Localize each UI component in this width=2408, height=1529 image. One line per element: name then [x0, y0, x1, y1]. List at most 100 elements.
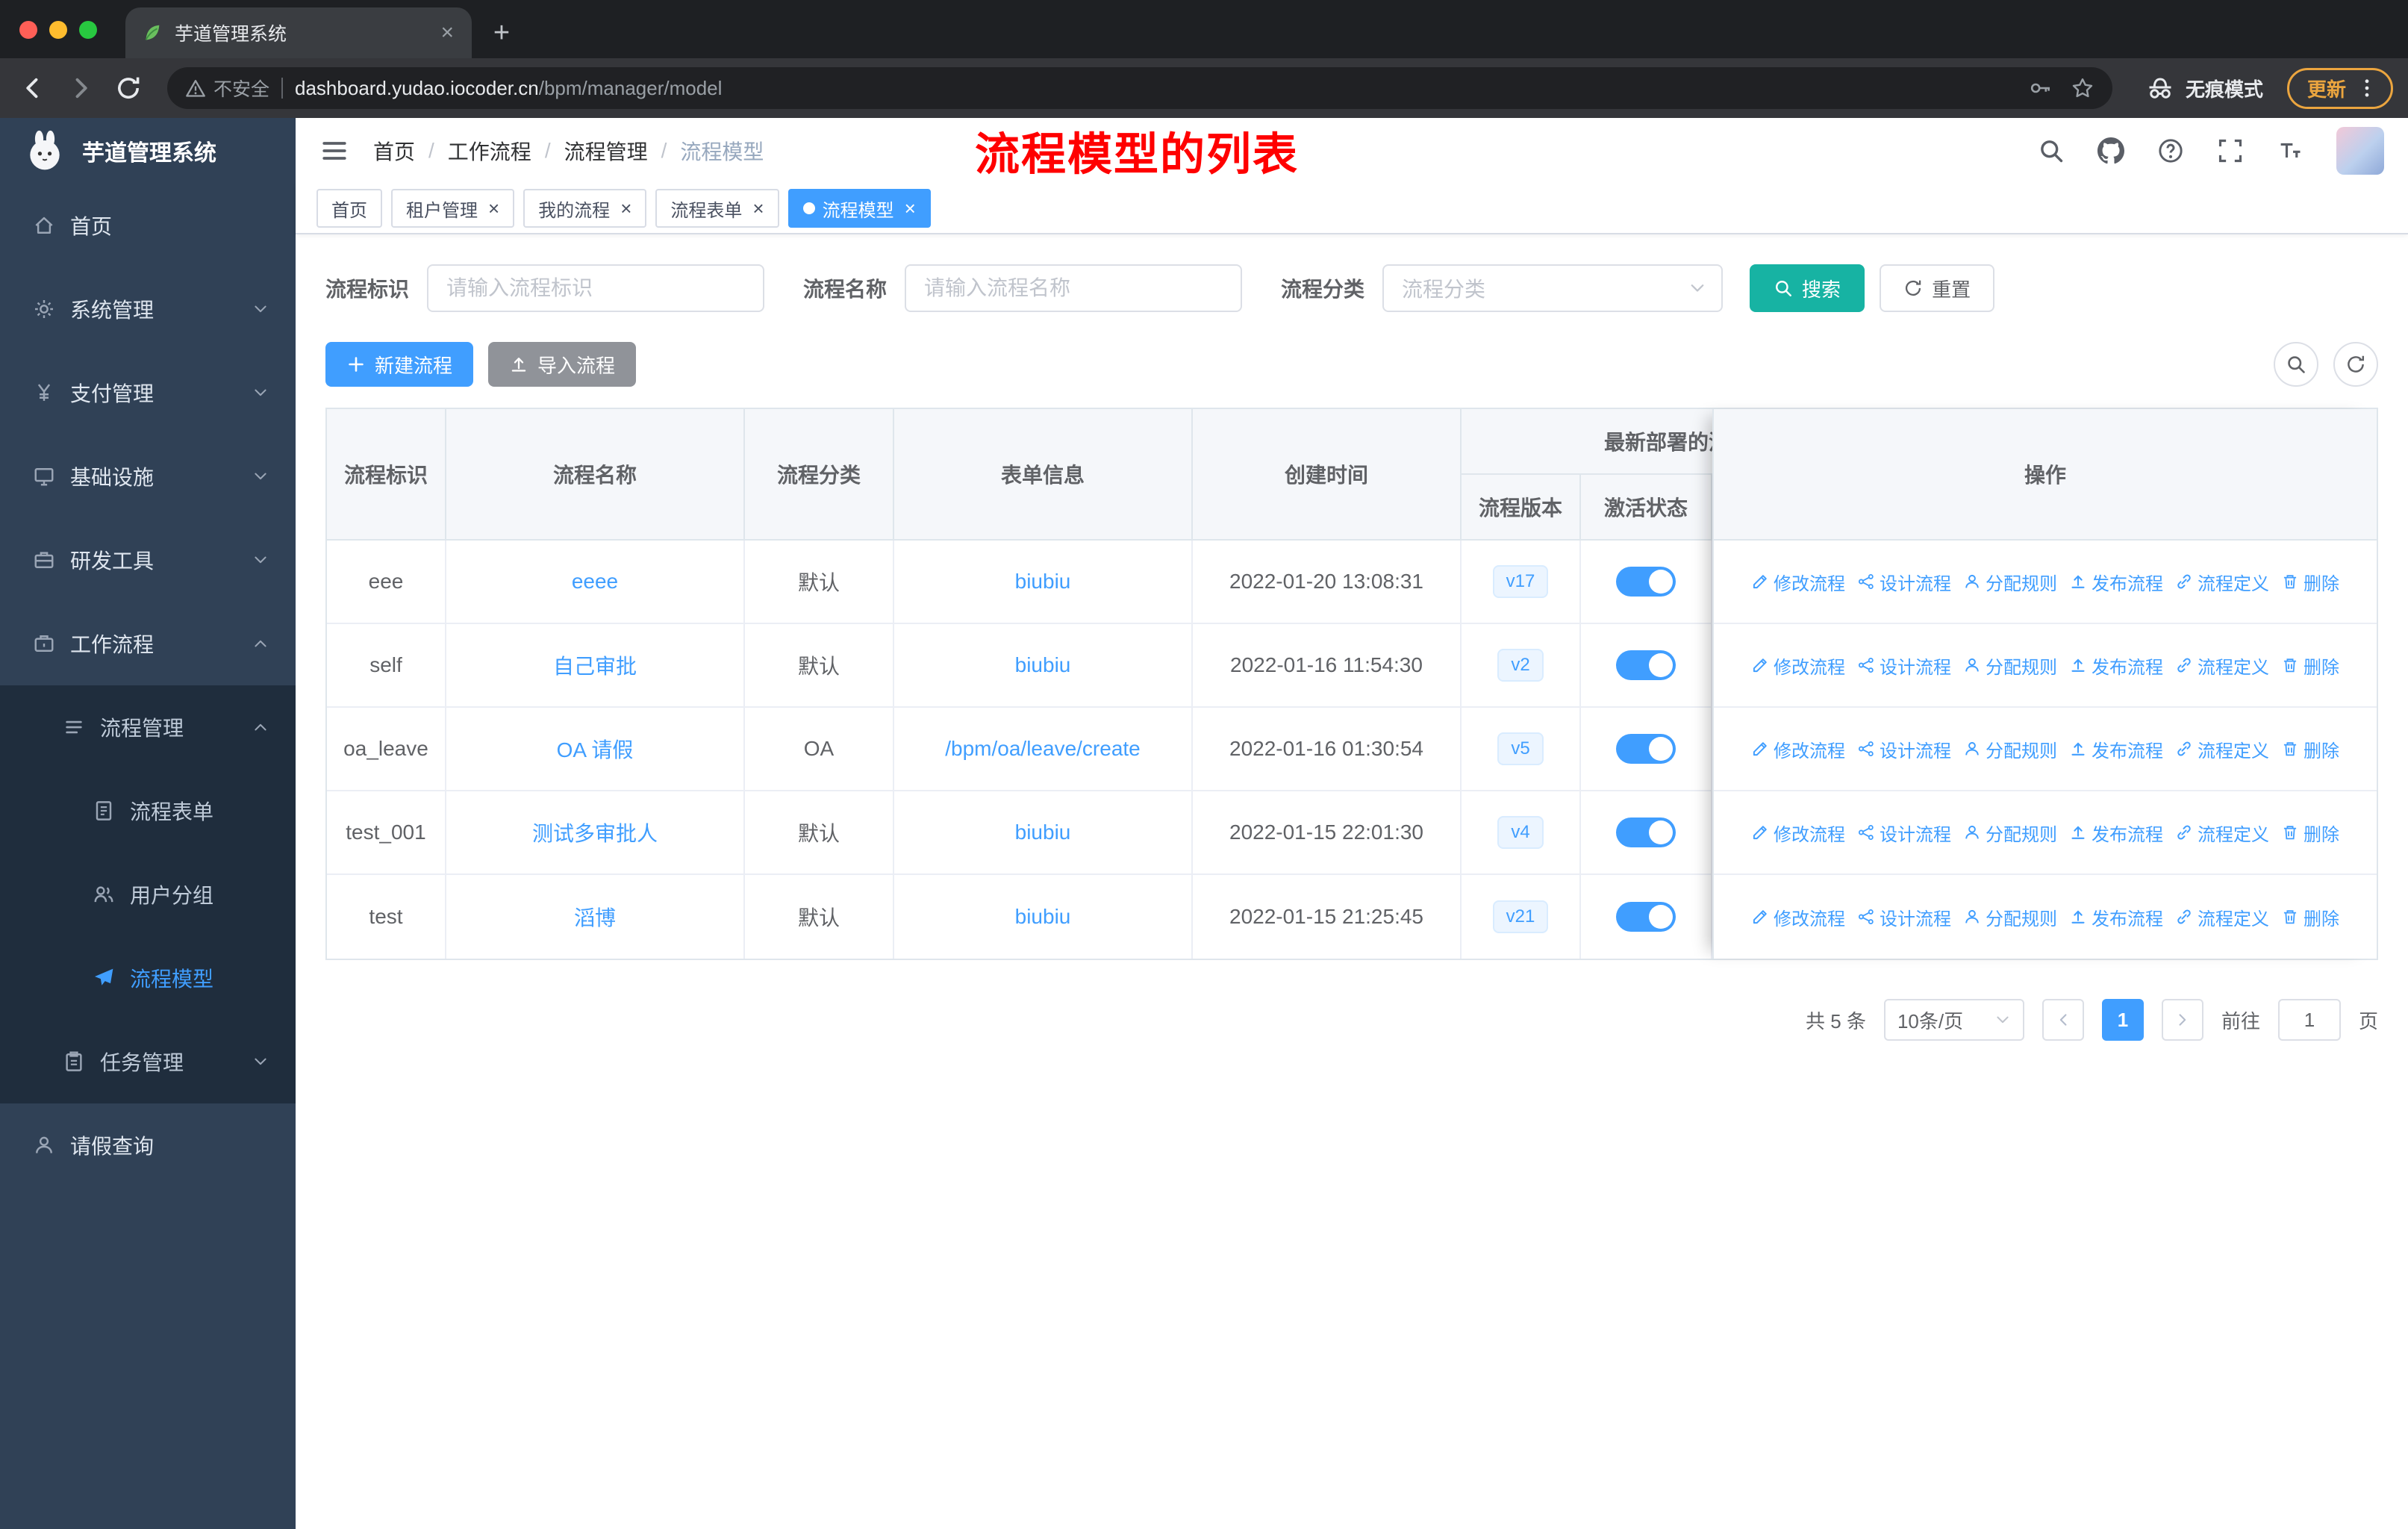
delete-action[interactable]: 删除: [2281, 736, 2339, 762]
tab-close-icon[interactable]: ×: [437, 22, 457, 44]
form-link[interactable]: /bpm/oa/leave/create: [945, 737, 1141, 761]
tag-process-model[interactable]: 流程模型 ×: [787, 189, 931, 228]
publish-action[interactable]: 发布流程: [2069, 569, 2163, 595]
fullscreen-icon[interactable]: [2217, 137, 2244, 164]
breadcrumb-item[interactable]: 流程管理: [564, 136, 648, 166]
search-button[interactable]: 搜索: [1750, 264, 1865, 312]
tag-tenant[interactable]: 租户管理 ×: [391, 189, 515, 228]
bookmark-star-icon[interactable]: [2071, 76, 2094, 100]
window-close-button[interactable]: [19, 21, 37, 39]
version-badge[interactable]: v2: [1497, 649, 1544, 682]
active-toggle[interactable]: [1616, 818, 1676, 847]
security-chip[interactable]: 不安全: [185, 75, 269, 102]
import-process-button[interactable]: 导入流程: [488, 342, 637, 387]
version-badge[interactable]: v4: [1497, 816, 1544, 849]
active-toggle[interactable]: [1616, 902, 1676, 932]
assign-action[interactable]: 分配规则: [1963, 569, 2057, 595]
page-size-select[interactable]: 10条/页: [1883, 999, 2024, 1041]
definition-action[interactable]: 流程定义: [2175, 736, 2269, 762]
tag-process-form[interactable]: 流程表单 ×: [655, 189, 779, 228]
next-page-button[interactable]: [2161, 999, 2203, 1041]
github-icon[interactable]: [2097, 137, 2124, 164]
reset-button[interactable]: 重置: [1880, 264, 1995, 312]
active-toggle[interactable]: [1616, 567, 1676, 597]
design-action[interactable]: 设计流程: [1857, 653, 1951, 679]
avatar[interactable]: [2336, 127, 2384, 175]
close-icon[interactable]: ×: [488, 199, 499, 218]
forward-icon[interactable]: [63, 70, 99, 106]
goto-page-input[interactable]: [2277, 999, 2341, 1041]
window-minimize-button[interactable]: [49, 21, 67, 39]
edit-action[interactable]: 修改流程: [1751, 653, 1845, 679]
definition-action[interactable]: 流程定义: [2175, 904, 2269, 930]
address-bar[interactable]: 不安全 dashboard.yudao.iocoder.cn/bpm/manag…: [167, 67, 2112, 109]
close-icon[interactable]: ×: [620, 199, 631, 218]
sidebar-item-payment[interactable]: 支付管理: [0, 351, 296, 435]
publish-action[interactable]: 发布流程: [2069, 820, 2163, 846]
edit-action[interactable]: 修改流程: [1751, 904, 1845, 930]
breadcrumb-item[interactable]: 工作流程: [448, 136, 531, 166]
new-tab-button[interactable]: +: [481, 12, 523, 54]
design-action[interactable]: 设计流程: [1857, 569, 1951, 595]
font-size-icon[interactable]: [2277, 137, 2303, 164]
sidebar-item-process-model[interactable]: 流程模型: [0, 936, 296, 1020]
browser-menu-button[interactable]: 更新: [2286, 67, 2393, 109]
process-name-link[interactable]: 滔博: [574, 902, 616, 932]
delete-action[interactable]: 删除: [2281, 569, 2339, 595]
create-process-button[interactable]: 新建流程: [325, 342, 474, 387]
app-logo[interactable]: 芋道管理系统: [0, 118, 296, 184]
browser-tab[interactable]: 芋道管理系统 ×: [125, 7, 472, 58]
sidebar-item-process-mgmt[interactable]: 流程管理: [0, 685, 296, 769]
definition-action[interactable]: 流程定义: [2175, 653, 2269, 679]
sidebar-item-process-form[interactable]: 流程表单: [0, 769, 296, 853]
form-link[interactable]: biubiu: [1015, 820, 1071, 844]
process-name-link[interactable]: 自己审批: [553, 650, 637, 680]
process-id-input[interactable]: [427, 264, 765, 312]
sidebar-item-home[interactable]: 首页: [0, 184, 296, 267]
assign-action[interactable]: 分配规则: [1963, 904, 2057, 930]
form-link[interactable]: biubiu: [1015, 653, 1071, 677]
edit-action[interactable]: 修改流程: [1751, 569, 1845, 595]
active-toggle[interactable]: [1616, 734, 1676, 764]
definition-action[interactable]: 流程定义: [2175, 820, 2269, 846]
design-action[interactable]: 设计流程: [1857, 904, 1951, 930]
assign-action[interactable]: 分配规则: [1963, 653, 2057, 679]
search-icon[interactable]: [2038, 137, 2065, 164]
close-icon[interactable]: ×: [752, 199, 764, 218]
design-action[interactable]: 设计流程: [1857, 736, 1951, 762]
category-select[interactable]: 流程分类: [1382, 264, 1724, 312]
sidebar-item-infra[interactable]: 基础设施: [0, 435, 296, 518]
publish-action[interactable]: 发布流程: [2069, 904, 2163, 930]
edit-action[interactable]: 修改流程: [1751, 736, 1845, 762]
form-link[interactable]: biubiu: [1015, 905, 1071, 929]
process-name-link[interactable]: OA 请假: [557, 734, 634, 764]
prev-page-button[interactable]: [2042, 999, 2084, 1041]
tag-my-process[interactable]: 我的流程 ×: [523, 189, 647, 228]
assign-action[interactable]: 分配规则: [1963, 820, 2057, 846]
delete-action[interactable]: 删除: [2281, 904, 2339, 930]
sidebar-item-workflow[interactable]: 工作流程: [0, 602, 296, 685]
current-page[interactable]: 1: [2101, 999, 2144, 1041]
definition-action[interactable]: 流程定义: [2175, 569, 2269, 595]
publish-action[interactable]: 发布流程: [2069, 653, 2163, 679]
toggle-search-button[interactable]: [2274, 342, 2318, 387]
delete-action[interactable]: 删除: [2281, 653, 2339, 679]
breadcrumb-item[interactable]: 首页: [373, 136, 415, 166]
version-badge[interactable]: v17: [1492, 565, 1549, 598]
sidebar-item-user-group[interactable]: 用户分组: [0, 853, 296, 936]
version-badge[interactable]: v5: [1497, 732, 1544, 765]
password-key-icon[interactable]: [2029, 76, 2053, 100]
form-link[interactable]: biubiu: [1015, 570, 1071, 594]
help-icon[interactable]: [2157, 137, 2184, 164]
edit-action[interactable]: 修改流程: [1751, 820, 1845, 846]
hamburger-icon[interactable]: [319, 136, 349, 166]
process-name-input[interactable]: [905, 264, 1243, 312]
sidebar-item-devtools[interactable]: 研发工具: [0, 518, 296, 602]
process-name-link[interactable]: 测试多审批人: [532, 818, 658, 847]
window-zoom-button[interactable]: [79, 21, 97, 39]
back-icon[interactable]: [15, 70, 51, 106]
close-icon[interactable]: ×: [905, 199, 916, 218]
refresh-table-button[interactable]: [2333, 342, 2378, 387]
tag-home[interactable]: 首页: [316, 189, 382, 228]
sidebar-item-system[interactable]: 系统管理: [0, 267, 296, 351]
